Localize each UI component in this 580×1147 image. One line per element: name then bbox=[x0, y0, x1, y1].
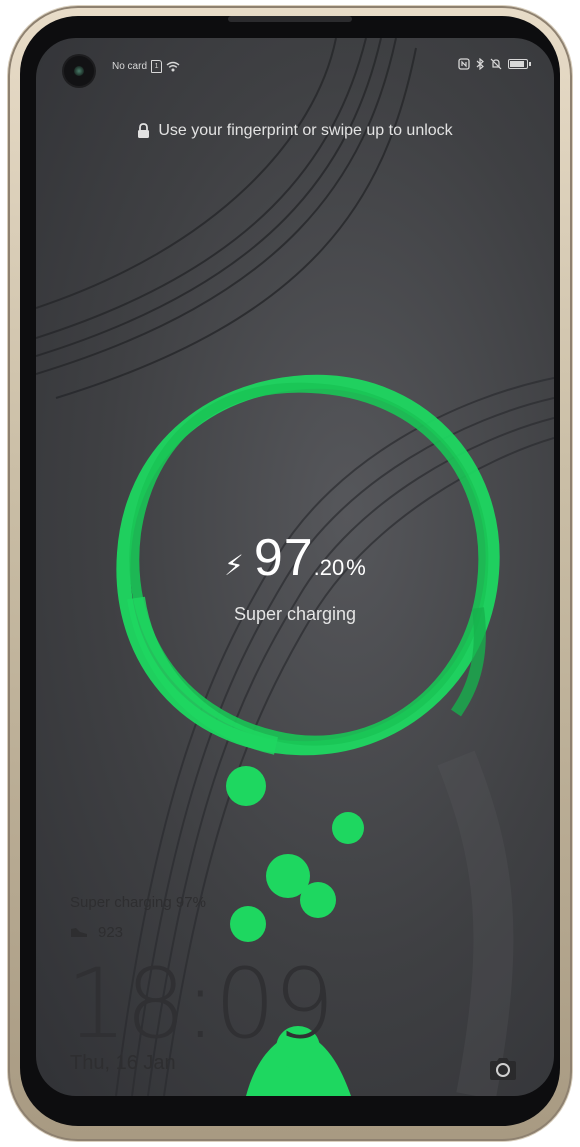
step-count: 923 bbox=[98, 924, 124, 941]
sim-icon: 1 bbox=[151, 60, 163, 73]
charging-notification: Super charging 97% bbox=[70, 894, 206, 911]
wifi-icon bbox=[166, 61, 180, 72]
mute-icon bbox=[490, 58, 502, 70]
battery-percent-sign: % bbox=[346, 555, 366, 580]
camera-icon[interactable] bbox=[488, 1056, 518, 1082]
shoe-icon bbox=[71, 928, 87, 937]
carrier-text: No card bbox=[112, 61, 148, 72]
battery-percent-decimal: .20 bbox=[313, 555, 345, 580]
battery-percent-integer: 97 bbox=[253, 529, 314, 587]
bluetooth-icon bbox=[476, 58, 484, 70]
clock-time: 18:09 bbox=[66, 948, 335, 1060]
unlock-hint-text: Use your fingerprint or swipe up to unlo… bbox=[158, 122, 453, 139]
status-bar-right bbox=[458, 58, 531, 70]
lock-screen[interactable]: No card 1 Use your fingerprint or swipe … bbox=[36, 38, 554, 1096]
earpiece-speaker bbox=[228, 16, 352, 22]
charge-readout: ⚡︎ 97 .20 % bbox=[36, 528, 554, 588]
charge-status: Super charging bbox=[233, 604, 357, 624]
lock-icon bbox=[138, 123, 150, 138]
status-bar-left: No card 1 bbox=[112, 60, 180, 73]
battery-icon bbox=[508, 59, 531, 69]
clock-date: Thu, 16 Jan bbox=[70, 1052, 176, 1074]
bolt-icon: ⚡︎ bbox=[224, 550, 244, 581]
unlock-hint: Use your fingerprint or swipe up to unlo… bbox=[36, 122, 554, 140]
step-counter: 923 bbox=[70, 924, 123, 941]
nfc-icon bbox=[458, 58, 470, 70]
front-camera bbox=[64, 56, 94, 86]
